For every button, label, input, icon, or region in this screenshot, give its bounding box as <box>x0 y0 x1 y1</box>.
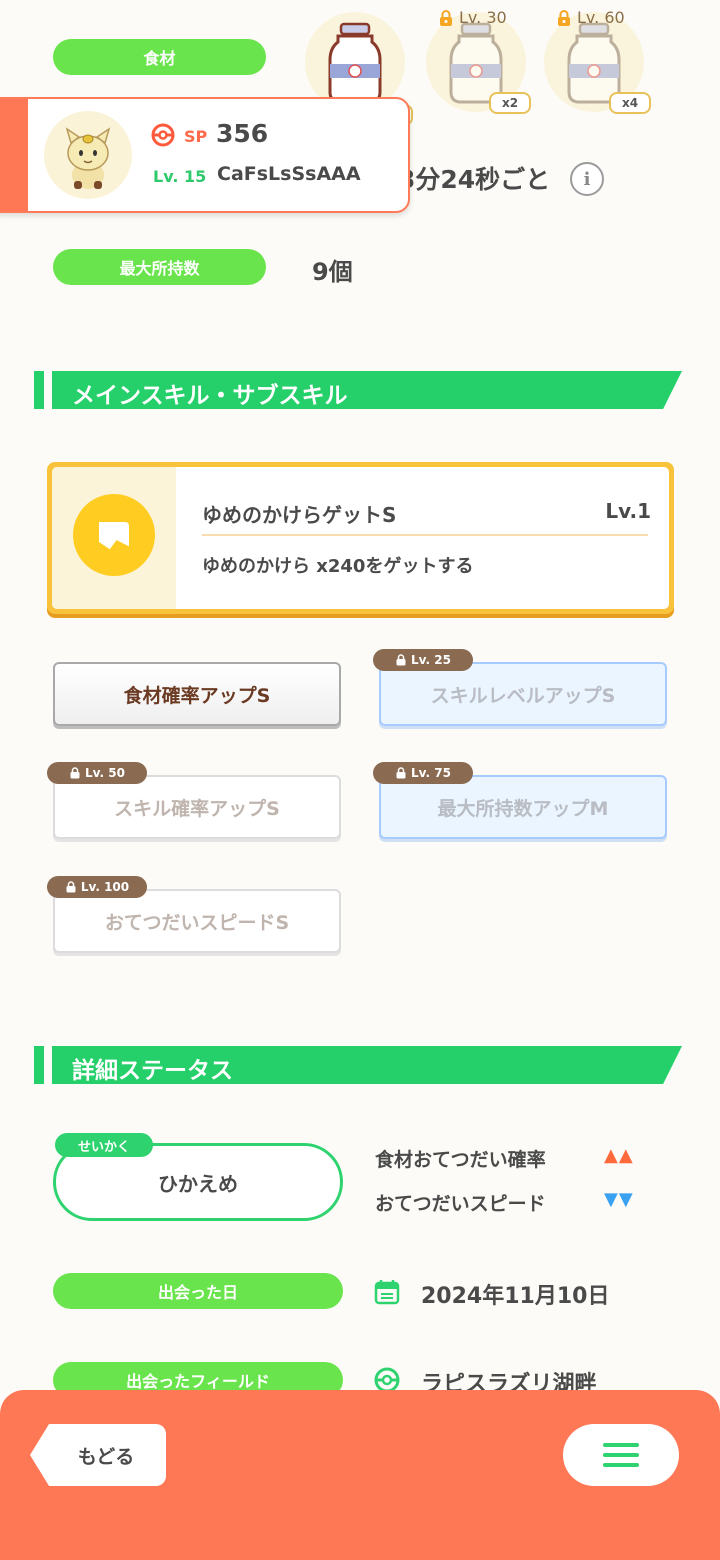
subskill-5[interactable]: おてつだいスピードS <box>53 889 341 953</box>
multiplier-badge: x4 <box>609 92 651 114</box>
met-date-value: 2024年11月10日 <box>421 1284 610 1309</box>
lock-level-60: Lv. 60 <box>555 8 625 27</box>
pokeball-icon <box>151 123 175 147</box>
nature-tag: せいかく <box>55 1133 153 1157</box>
calendar-icon <box>374 1280 400 1305</box>
ingredient-label: 食材 <box>53 39 266 75</box>
nature-up-effect: 食材おてつだい確率 <box>375 1149 546 1171</box>
lock-icon <box>440 9 452 26</box>
pokemon-name: CaFsLsSsAAA <box>217 163 361 185</box>
menu-button[interactable] <box>563 1424 679 1486</box>
subskill-4[interactable]: 最大所持数アップM <box>379 775 667 839</box>
lock-icon <box>66 881 76 893</box>
main-skill-card[interactable]: ゆめのかけらゲットS Lv.1 ゆめのかけら x240をゲットする <box>47 462 674 614</box>
lock-tag-lv50: Lv. 50 <box>47 762 147 784</box>
pokemon-avatar <box>44 111 132 199</box>
section-title: メインスキル・サブスキル <box>72 383 348 409</box>
met-date-label: 出会った日 <box>53 1273 343 1309</box>
skills-section-header: メインスキル・サブスキル <box>34 371 682 409</box>
lock-tag-lv75: Lv. 75 <box>373 762 473 784</box>
info-icon[interactable]: i <box>570 162 604 196</box>
sp-label: SP <box>184 127 208 146</box>
multiplier-badge: x2 <box>489 92 531 114</box>
card-accent-stripe <box>0 99 28 211</box>
pokemon-level: Lv. 15 <box>153 167 207 186</box>
main-skill-name: ゆめのかけらゲットS <box>202 503 397 527</box>
details-section-header: 詳細ステータス <box>34 1046 682 1084</box>
lock-level-30: Lv. 30 <box>437 8 507 27</box>
lock-tag-lv100: Lv. 100 <box>47 876 147 898</box>
main-skill-description: ゆめのかけら x240をゲットする <box>202 556 474 577</box>
subskill-2[interactable]: スキルレベルアップS <box>379 662 667 726</box>
lock-icon <box>396 654 406 666</box>
max-carry-value: 9個 <box>312 258 353 286</box>
lock-icon <box>396 767 406 779</box>
section-title: 詳細ステータス <box>72 1058 233 1084</box>
nature-down-effect: おてつだいスピード <box>375 1193 546 1215</box>
dream-shard-icon <box>73 494 155 576</box>
subskill-3[interactable]: スキル確率アップS <box>53 775 341 839</box>
hamburger-menu-icon <box>603 1443 639 1467</box>
down-arrows-icon: ▼▼ <box>604 1189 634 1210</box>
main-skill-level: Lv.1 <box>605 499 651 523</box>
divider <box>202 534 648 536</box>
pokemon-card[interactable]: SP 356 Lv. 15 CaFsLsSsAAA <box>0 97 410 213</box>
max-carry-label: 最大所持数 <box>53 249 266 285</box>
help-interval: 3分24秒ごと <box>398 165 551 194</box>
lock-tag-lv25: Lv. 25 <box>373 649 473 671</box>
lock-icon <box>70 767 80 779</box>
subskill-1[interactable]: 食材確率アップS <box>53 662 341 726</box>
sp-value: 356 <box>216 119 269 148</box>
lock-icon <box>558 9 570 26</box>
meowth-icon <box>65 127 111 189</box>
back-button[interactable]: もどる <box>30 1424 166 1486</box>
up-arrows-icon: ▲▲ <box>604 1145 634 1166</box>
